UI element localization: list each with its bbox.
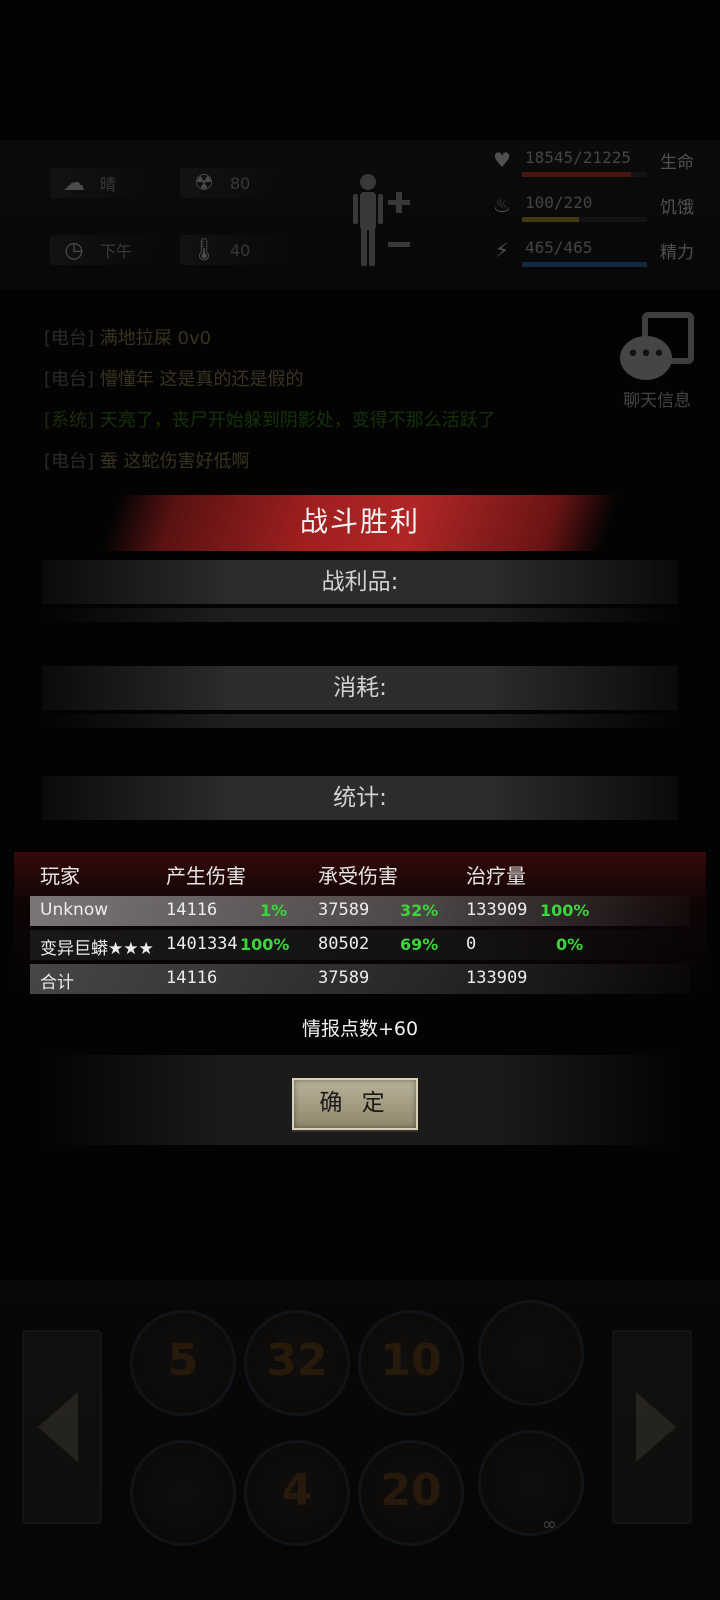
stats-label: 统计: <box>333 785 387 811</box>
loot-label: 战利品: <box>321 569 399 595</box>
percent-value: 1% <box>260 901 288 920</box>
consume-divider <box>42 714 678 728</box>
confirm-button[interactable]: 确 定 <box>292 1078 418 1130</box>
healing: 0 <box>466 934 477 954</box>
victory-title: 战斗胜利 <box>299 505 420 538</box>
header-damage-taken: 承受伤害 <box>318 864 398 888</box>
damage-dealt: 14116 <box>166 900 218 920</box>
damage-taken: 37589 <box>318 968 370 988</box>
healing: 133909 <box>466 900 528 920</box>
player-name: 合计 <box>40 973 74 993</box>
header-player: 玩家 <box>40 864 80 888</box>
percent-value: 0% <box>556 935 584 954</box>
damage-taken: 80502 <box>318 934 370 954</box>
healing: 133909 <box>466 968 528 988</box>
consume-label: 消耗: <box>333 675 387 701</box>
percent-value: 32% <box>400 901 439 920</box>
header-healing: 治疗量 <box>466 864 526 888</box>
damage-taken: 37589 <box>318 900 370 920</box>
loot-divider <box>42 608 678 622</box>
damage-dealt: 14116 <box>166 968 218 988</box>
intel-points: 情报点数+60 <box>301 1018 419 1040</box>
percent-value: 100% <box>540 901 590 920</box>
player-name: 变异巨蟒★★★ <box>40 939 154 959</box>
percent-value: 69% <box>400 935 439 954</box>
header-damage-dealt: 产生伤害 <box>166 864 246 888</box>
percent-value: 100% <box>240 935 290 954</box>
player-name: Unknow <box>40 900 109 920</box>
damage-dealt: 1401334 <box>166 934 238 954</box>
